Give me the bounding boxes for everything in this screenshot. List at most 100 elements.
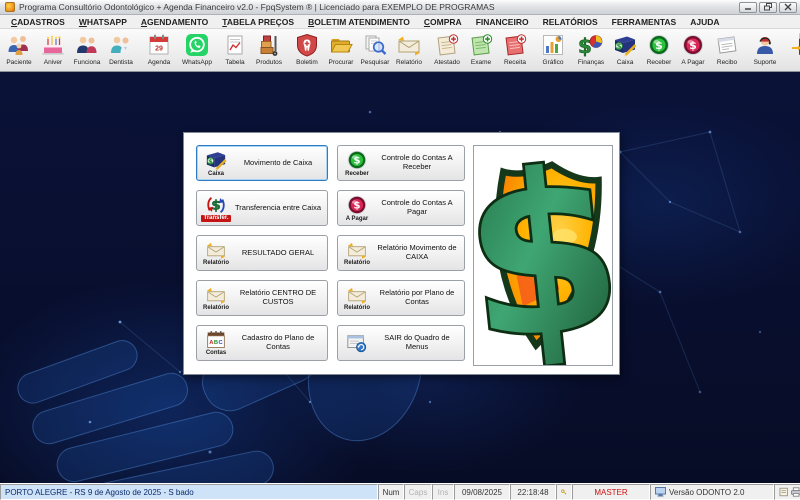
pay-coin-icon: $ [345, 194, 369, 216]
menu-ajuda[interactable]: AJUDA [683, 17, 726, 27]
toolbar-funciona[interactable]: Funciona [70, 30, 104, 71]
restore-button[interactable] [759, 2, 777, 13]
cash-book-icon: $ [611, 32, 639, 58]
button-label: Relatório Movimento de CAIXA [373, 244, 461, 261]
printer-icon[interactable] [791, 487, 800, 497]
toolbar-procurar[interactable]: Procurar [324, 30, 358, 71]
toolbar-label: Atestado [434, 59, 460, 66]
svg-text:$: $ [578, 34, 592, 57]
svg-text:29: 29 [155, 46, 163, 53]
toolbar-financas[interactable]: $ Finanças [574, 30, 608, 71]
toolbar-label: Receita [504, 59, 526, 66]
button-label: Movimento de Caixa [232, 159, 324, 168]
button-label: Cadastro do Plano de Contas [232, 334, 324, 351]
icon-caption: A Pagar [346, 216, 368, 222]
finance-pie-icon: $ [577, 32, 605, 58]
certificate-note-icon [433, 32, 461, 58]
cash-book-icon: $ [203, 149, 229, 171]
icon-caption: Transfer. [201, 215, 230, 222]
movimento-de-caixa-button[interactable]: $ Caixa Movimento de Caixa [196, 145, 328, 181]
button-label: Relatório CENTRO DE CUSTOS [232, 289, 324, 306]
menu-bar: CADASTROS WHATSAPP AGENDAMENTO TABELA PR… [0, 15, 800, 29]
menu-cadastros[interactable]: CADASTROS [4, 17, 72, 27]
toolbar-label: Paciente [6, 59, 31, 66]
button-label: Controle do Contas A Pagar [373, 199, 461, 216]
cadastro-plano-contas-button[interactable]: ABC Contas Cadastro do Plano de Contas [196, 325, 328, 361]
toolbar-boletim[interactable]: Boletim [290, 30, 324, 71]
toolbar-dentista[interactable]: Dentista [104, 30, 138, 71]
toolbar-label: WhatsApp [182, 59, 212, 66]
sair-quadro-menus-button[interactable]: SAIR do Quadro de Menus [337, 325, 465, 361]
relatorio-plano-contas-button[interactable]: Relatório Relatório por Plano de Contas [337, 280, 465, 316]
contas-a-pagar-button[interactable]: $ A Pagar Controle do Contas A Pagar [337, 190, 465, 226]
toolbar-label: Funciona [74, 59, 101, 66]
toolbar-receita[interactable]: Receita [498, 30, 532, 71]
status-time: 22:18:48 [510, 484, 556, 500]
toolbar-label: Recibo [717, 59, 737, 66]
button-label: SAIR do Quadro de Menus [373, 334, 461, 351]
toolbar-aniver[interactable]: Aniver [36, 30, 70, 71]
toolbar-produtos[interactable]: Produtos [252, 30, 286, 71]
toolbar-relatorio[interactable]: Relatório [392, 30, 426, 71]
report-envelope-icon [203, 285, 229, 305]
status-num: Num [378, 484, 404, 500]
contas-a-receber-button[interactable]: $ Receber Controle do Contas A Receber [337, 145, 465, 181]
search-docs-icon [361, 32, 389, 58]
button-label: RESULTADO GERAL [232, 249, 324, 258]
toolbar-label: Receber [647, 59, 672, 66]
open-folder-icon [327, 32, 355, 58]
prescription-note-icon [501, 32, 529, 58]
menu-boletim-atendimento[interactable]: BOLETIM ATENDIMENTO [301, 17, 417, 27]
toolbar-exame[interactable]: Exame [464, 30, 498, 71]
relatorio-centro-custos-button[interactable]: Relatório Relatório CENTRO DE CUSTOS [196, 280, 328, 316]
toolbar-label: Finanças [578, 59, 604, 66]
toolbar-a-pagar[interactable]: $ A Pagar [676, 30, 710, 71]
transferencia-entre-caixa-button[interactable]: $ Transfer. Transferencia entre Caixa [196, 190, 328, 226]
icon-caption: Caixa [208, 171, 224, 177]
pay-coin-icon: $ [679, 32, 707, 58]
toolbar-caixa[interactable]: $ Caixa [608, 30, 642, 71]
icon-caption: Contas [206, 350, 226, 356]
report-envelope-icon [203, 240, 229, 260]
toolbar-label: Agenda [148, 59, 170, 66]
toolbar-paciente[interactable]: Paciente [2, 30, 36, 71]
toolbar-grafico[interactable]: Gráfico [536, 30, 570, 71]
icon-caption: Relatório [203, 305, 229, 311]
relatorio-movimento-caixa-button[interactable]: Relatório Relatório Movimento de CAIXA [337, 235, 465, 271]
notes-icon[interactable] [779, 487, 788, 497]
close-button[interactable] [779, 2, 797, 13]
status-location: PORTO ALEGRE - RS 9 de Agosto de 2025 - … [0, 484, 378, 500]
toolbar-recibo[interactable]: Recibo [710, 30, 744, 71]
toolbar-atestado[interactable]: Atestado [430, 30, 464, 71]
toolbar-whatsapp[interactable]: WhatsApp [180, 30, 214, 71]
toolbar-label: Procurar [329, 59, 354, 66]
toolbar-label: Suporte [754, 59, 777, 66]
toolbar-label: Gráfico [543, 59, 564, 66]
menu-tabela-precos[interactable]: TABELA PREÇOS [215, 17, 301, 27]
resultado-geral-button[interactable]: Relatório RESULTADO GERAL [196, 235, 328, 271]
button-label: Transferencia entre Caixa [232, 204, 324, 213]
icon-caption: Receber [345, 171, 369, 177]
toolbar-label: Boletim [296, 59, 318, 66]
bar-chart-icon [539, 32, 567, 58]
toolbar-pesquisar[interactable]: Pesquisar [358, 30, 392, 71]
menu-compra[interactable]: COMPRA [417, 17, 469, 27]
toolbar-receber[interactable]: $ Receber [642, 30, 676, 71]
toolbar-agenda[interactable]: 29 Agenda [142, 30, 176, 71]
patients-icon [5, 32, 33, 58]
dollar-shield-image: $ [473, 145, 613, 366]
title-bar: Programa Consultório Odontológico + Agen… [0, 0, 800, 15]
minimize-button[interactable] [739, 2, 757, 13]
toolbar-tabela[interactable]: Tabela [218, 30, 252, 71]
toolbar-label: A Pagar [681, 59, 704, 66]
menu-whatsapp[interactable]: WHATSAPP [72, 17, 134, 27]
menu-ferramentas[interactable]: FERRAMENTAS [605, 17, 684, 27]
toolbar-label: Tabela [225, 59, 244, 66]
menu-agendamento[interactable]: AGENDAMENTO [134, 17, 215, 27]
toolbar-suporte[interactable]: Suporte [748, 30, 782, 71]
menu-relatorios[interactable]: RELATÓRIOS [536, 17, 605, 27]
toolbar-exit[interactable]: EXIT [786, 30, 800, 71]
menu-financeiro[interactable]: FINANCEIRO [469, 17, 536, 27]
svg-text:$: $ [353, 201, 360, 212]
app-icon [5, 2, 15, 12]
